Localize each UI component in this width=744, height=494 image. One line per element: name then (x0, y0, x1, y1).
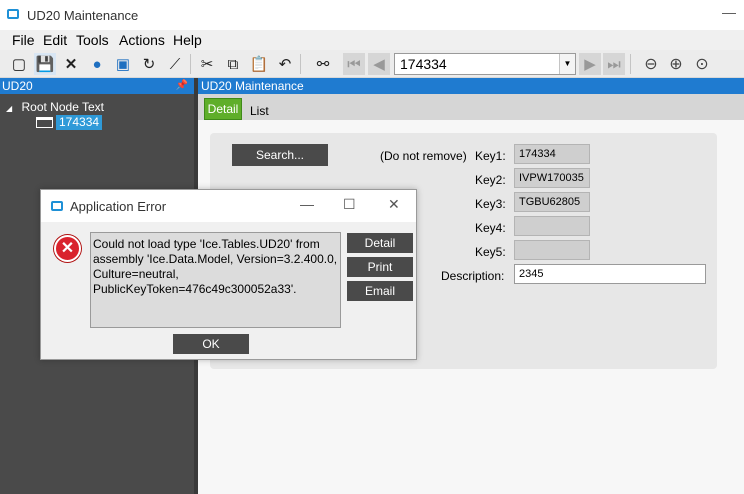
description-field[interactable]: 2345 (514, 264, 706, 284)
home-icon[interactable]: ⊙ (691, 53, 713, 75)
expand-icon[interactable]: ◢ (6, 104, 12, 113)
detail-panel-header: UD20 Maintenance (198, 78, 744, 94)
key-combo-value: 174334 (400, 56, 447, 72)
menu-help[interactable]: Help (173, 32, 202, 48)
dialog-title: Application Error (70, 199, 167, 214)
key4-label: Key4: (475, 221, 506, 235)
key1-field[interactable]: 174334 (514, 144, 590, 164)
menu-edit[interactable]: Edit (43, 32, 67, 48)
key5-label: Key5: (475, 245, 506, 259)
tree-root-node[interactable]: ◢ Root Node Text (6, 100, 104, 114)
detail-panel-title: UD20 Maintenance (201, 79, 304, 93)
menu-bar: File Edit Tools Actions Help (0, 30, 744, 50)
email-button[interactable]: Email (347, 281, 413, 301)
next-record-icon[interactable]: ▶ (579, 53, 601, 75)
dialog-titlebar: Application Error — ☐ ✕ (41, 190, 416, 222)
chevron-down-icon[interactable]: ▼ (559, 54, 575, 74)
detail-button[interactable]: Detail (347, 233, 413, 253)
copy-icon[interactable]: ⧉ (222, 53, 244, 75)
save-icon[interactable]: 💾 (34, 53, 56, 75)
tree-panel-title: UD20 (2, 79, 33, 93)
folder-icon (36, 117, 53, 128)
key1-label: Key1: (475, 149, 506, 163)
toolbar: ▢ 💾 ✕ ● ▣ ↻ ⟋ ✂ ⧉ 📋 ↶ ⚯ ⏮ ◀ ▶ ⏭ ⊖ ⊕ ⊙ (0, 50, 744, 78)
toolbar-separator (630, 54, 631, 74)
binoculars-icon[interactable]: ⚯ (312, 53, 334, 75)
new-icon[interactable]: ▢ (8, 53, 30, 75)
toolbar-separator (300, 54, 301, 74)
tab-detail[interactable]: Detail (204, 98, 242, 120)
dialog-close-icon[interactable]: ✕ (388, 196, 400, 213)
key3-label: Key3: (475, 197, 506, 211)
key4-field[interactable] (514, 216, 590, 236)
window-titlebar: UD20 Maintenance — (0, 0, 744, 30)
do-not-remove-label: (Do not remove) (380, 149, 467, 163)
minimize-button[interactable]: — (722, 4, 736, 20)
key2-label: Key2: (475, 173, 506, 187)
back-icon[interactable]: ⊖ (640, 53, 662, 75)
paste-icon[interactable]: 📋 (248, 53, 270, 75)
clear-icon[interactable]: ▣ (112, 53, 134, 75)
first-record-icon[interactable]: ⏮ (343, 53, 365, 75)
toolbar-separator (190, 54, 191, 74)
description-label: Description: (441, 269, 505, 283)
window-title: UD20 Maintenance (27, 8, 139, 23)
key-combo[interactable]: 174334 ▼ (394, 53, 576, 75)
cut-icon[interactable]: ✂ (196, 53, 218, 75)
tab-list[interactable]: List (250, 104, 269, 118)
pin-icon[interactable]: 📌 (176, 78, 188, 94)
dialog-minimize-icon[interactable]: — (300, 196, 314, 212)
error-icon: ✕ (54, 235, 81, 262)
tree-root-label: Root Node Text (21, 100, 105, 114)
error-message: Could not load type 'Ice.Tables.UD20' fr… (90, 232, 341, 328)
previous-record-icon[interactable]: ◀ (368, 53, 390, 75)
key5-field[interactable] (514, 240, 590, 260)
search-button[interactable]: Search... (232, 144, 328, 166)
tab-strip (198, 94, 744, 120)
application-error-dialog: Application Error — ☐ ✕ ✕ Could not load… (40, 189, 417, 360)
app-icon (51, 201, 63, 211)
tree-child-label: 174334 (56, 115, 103, 130)
chat-icon[interactable]: ● (86, 53, 108, 75)
dialog-maximize-icon[interactable]: ☐ (343, 196, 356, 213)
refresh-icon[interactable]: ↻ (138, 53, 160, 75)
undo-icon[interactable]: ↶ (274, 53, 296, 75)
key2-field[interactable]: IVPW170035 (514, 168, 590, 188)
last-record-icon[interactable]: ⏭ (603, 53, 625, 75)
ok-button[interactable]: OK (173, 334, 249, 354)
menu-actions[interactable]: Actions (119, 32, 165, 48)
broom-icon[interactable]: ⟋ (164, 53, 186, 75)
menu-tools[interactable]: Tools (76, 32, 109, 48)
menu-file[interactable]: File (12, 32, 35, 48)
key3-field[interactable]: TGBU62805 (514, 192, 590, 212)
forward-icon[interactable]: ⊕ (665, 53, 687, 75)
tree-panel-header: UD20 📌 (0, 78, 194, 94)
print-button[interactable]: Print (347, 257, 413, 277)
delete-icon[interactable]: ✕ (60, 53, 82, 75)
app-icon (7, 9, 19, 19)
tree-child-node[interactable]: 174334 (36, 115, 103, 130)
